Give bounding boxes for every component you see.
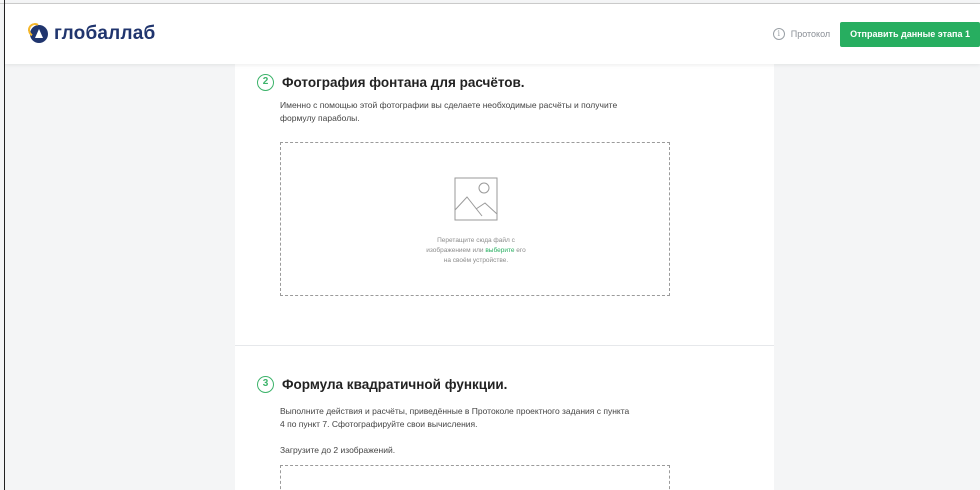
- window-left-edge: [4, 0, 5, 490]
- info-icon: i: [772, 28, 785, 40]
- section-3-header: 3 Формула квадратичной функции.: [257, 376, 507, 393]
- top-header: глобаллаб i Протокол Отправить данные эт…: [5, 4, 980, 64]
- logo-mark-icon: [26, 21, 48, 43]
- protocol-label: Протокол: [790, 29, 831, 39]
- section-title: Фотография фонтана для расчётов.: [282, 75, 525, 90]
- section-2-header: 2 Фотография фонтана для расчётов.: [257, 74, 525, 91]
- section-3-description: Выполните действия и расчёты, приведённы…: [280, 406, 630, 429]
- protocol-link[interactable]: i Протокол: [772, 28, 831, 40]
- dropzone-text: Перетащите сюда файл с изображением или …: [426, 237, 526, 264]
- photo-dropzone[interactable]: Перетащите сюда файл с изображением или …: [280, 142, 670, 296]
- submit-stage-button[interactable]: Отправить данные этапа 1: [840, 21, 980, 47]
- choose-file-link[interactable]: выберите: [485, 247, 514, 254]
- section-title: Формула квадратичной функции.: [282, 377, 508, 392]
- logo[interactable]: глобаллаб: [26, 21, 156, 45]
- header-actions: i Протокол Отправить данные этапа 1: [772, 21, 980, 47]
- logo-text: глобаллаб: [54, 23, 156, 44]
- calculations-dropzone[interactable]: [280, 465, 670, 490]
- section-divider: [235, 345, 774, 346]
- task-content: 2 Фотография фонтана для расчётов. Именн…: [235, 64, 774, 490]
- image-placeholder-icon: [454, 177, 498, 221]
- step-number: 3: [257, 376, 274, 393]
- step-number: 2: [257, 74, 274, 91]
- section-2-description: Именно с помощью этой фотографии вы сдел…: [280, 100, 618, 123]
- upload-hint: Загрузите до 2 изображений.: [280, 445, 396, 455]
